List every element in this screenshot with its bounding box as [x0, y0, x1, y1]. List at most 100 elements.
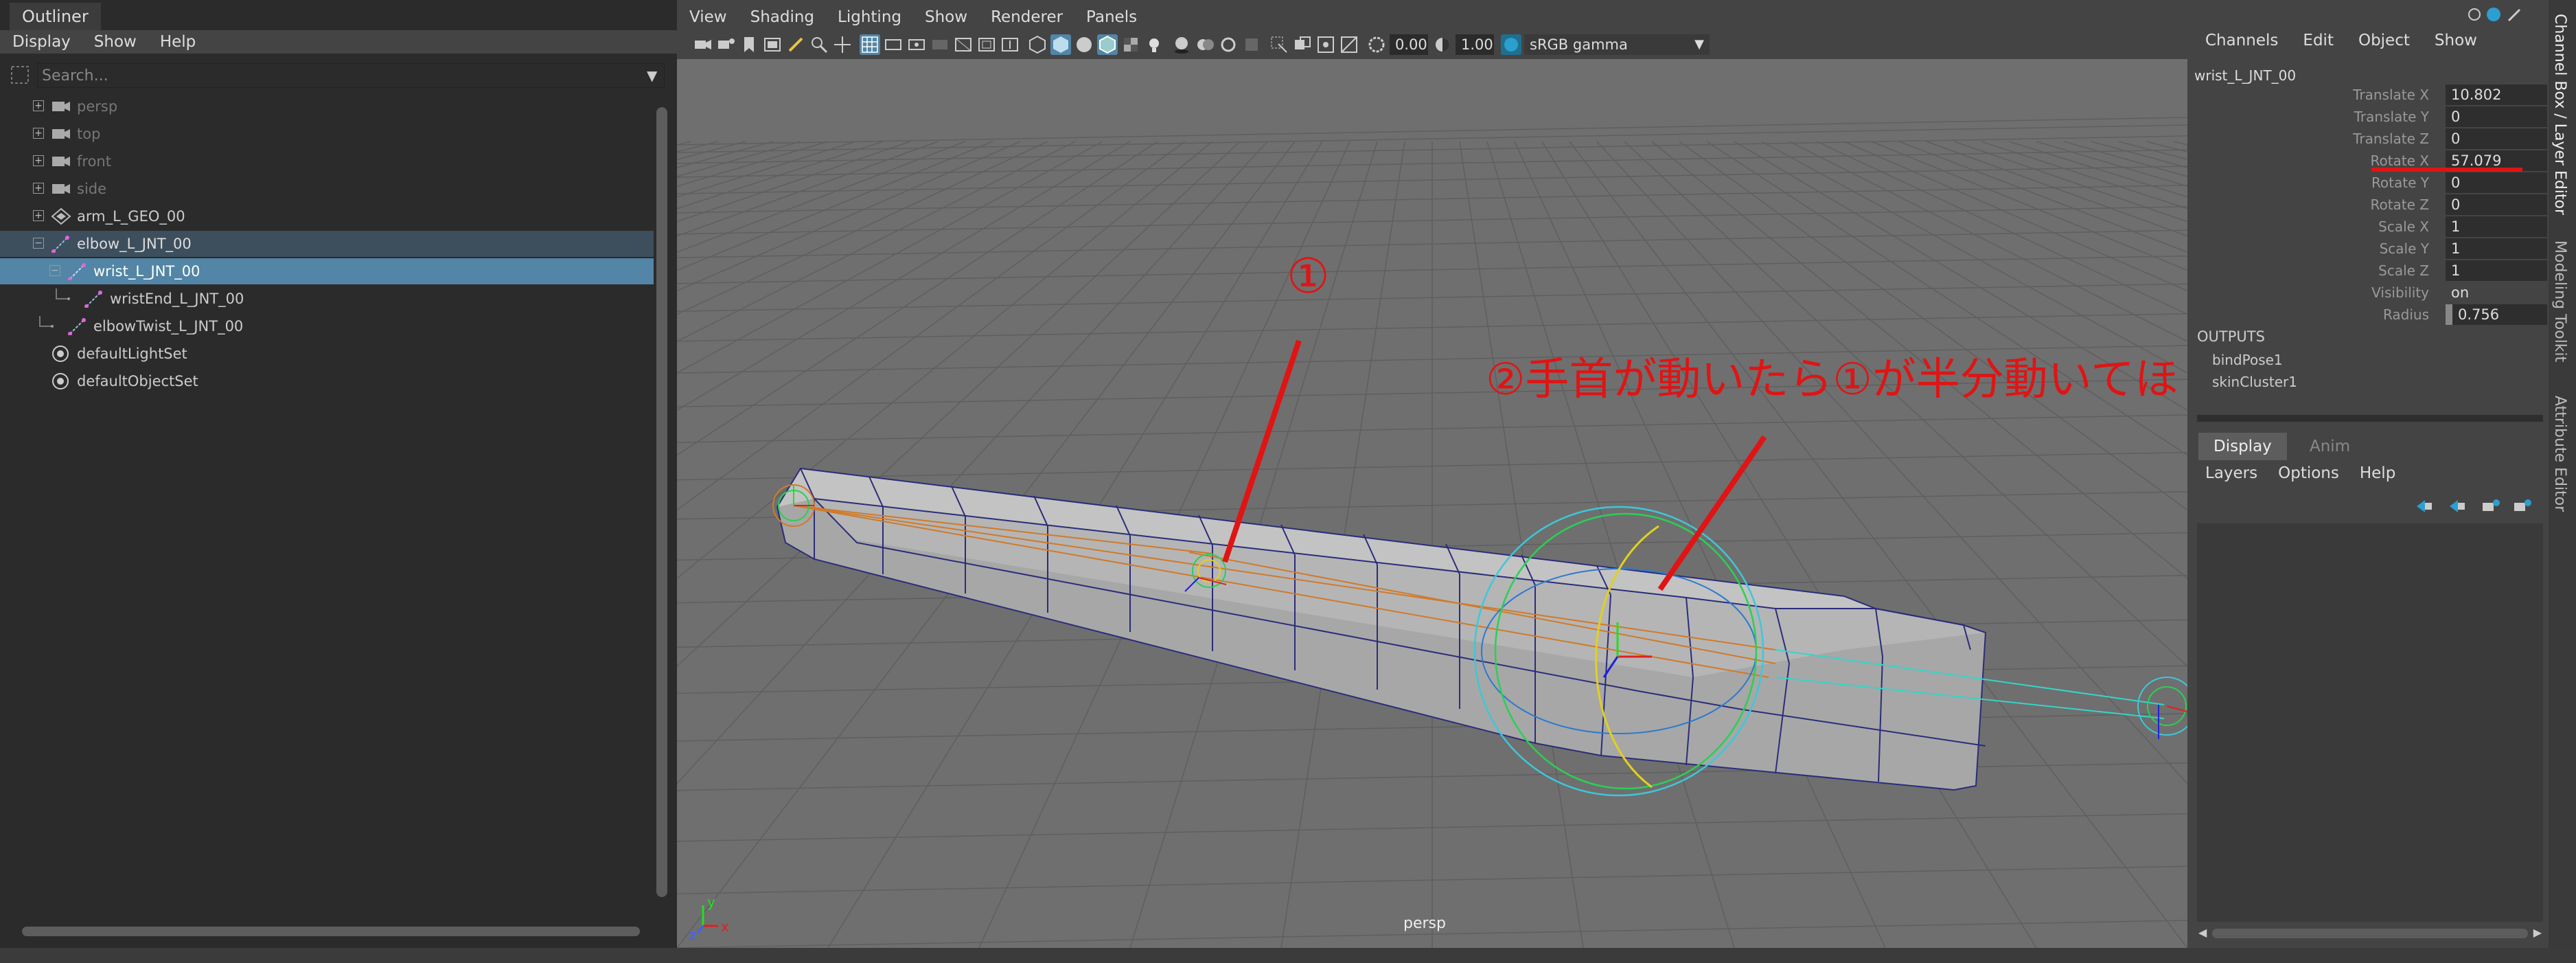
layer-menu-help[interactable]: Help [2360, 464, 2395, 482]
outliner-menu-show[interactable]: Show [94, 30, 137, 54]
bookmark-icon[interactable] [739, 34, 759, 55]
viewport-menu-lighting[interactable]: Lighting [838, 0, 901, 34]
image-plane-icon[interactable] [762, 34, 783, 55]
cb-menu-edit[interactable]: Edit [2303, 32, 2334, 49]
xray-joints-icon[interactable] [1315, 34, 1336, 55]
outliner-item-front[interactable]: + front [0, 148, 654, 174]
anti-alias-icon[interactable] [1241, 34, 1262, 55]
outliner-item-elbowtwist-jnt[interactable]: elbowTwist_L_JNT_00 [0, 313, 654, 339]
attr-value[interactable]: 0.756 [2446, 304, 2547, 325]
isolate-select-icon[interactable] [1269, 34, 1289, 55]
viewport-menu-view[interactable]: View [689, 0, 727, 34]
use-default-material-icon[interactable] [1074, 34, 1094, 55]
attr-scale-z[interactable]: Scale Z 1 [2192, 260, 2549, 282]
attr-translate-y[interactable]: Translate Y 0 [2192, 106, 2549, 128]
gamma-icon[interactable] [1432, 34, 1453, 55]
attr-value[interactable]: 0 [2446, 194, 2547, 215]
time-slider[interactable] [0, 948, 2576, 963]
motion-blur-icon[interactable] [1218, 34, 1239, 55]
panel-splitter[interactable] [2197, 415, 2543, 422]
outliner-item-arm-geo[interactable]: + arm_L_GEO_00 [0, 203, 654, 229]
channel-box-horizontal-scrollbar[interactable]: ◀ ▶ [2197, 926, 2543, 941]
gate-mask-icon[interactable] [930, 34, 950, 55]
output-bindpose[interactable]: bindPose1 [2212, 352, 2283, 368]
outliner-vertical-scrollbar[interactable] [655, 93, 669, 925]
xray-components-icon[interactable] [1339, 34, 1359, 55]
resolution-gate-icon[interactable] [906, 34, 927, 55]
3d-viewport[interactable]: ① ②手首が動いたら①が半分動いてほしい。 y x z persp [677, 59, 2187, 948]
viewport-menu-show[interactable]: Show [925, 0, 967, 34]
attr-value[interactable]: 10.802 [2446, 84, 2547, 105]
wireframe-icon[interactable] [1027, 34, 1048, 55]
attr-value[interactable]: 1 [2446, 238, 2547, 259]
outliner-search-input[interactable]: Search... [37, 63, 665, 88]
attr-value[interactable]: 0 [2446, 128, 2547, 149]
outliner-menu-display[interactable]: Display [12, 30, 71, 54]
attr-value[interactable]: 1 [2446, 260, 2547, 281]
outliner-item-top[interactable]: + top [0, 121, 654, 147]
expand-icon[interactable]: + [33, 128, 44, 139]
film-gate-icon[interactable] [883, 34, 904, 55]
collapse-icon[interactable]: − [33, 238, 44, 249]
outliner-item-side[interactable]: + side [0, 176, 654, 202]
attr-translate-x[interactable]: Translate X 10.802 [2192, 84, 2549, 106]
field-chart-icon[interactable] [953, 34, 974, 55]
outliner-item-wrist-jnt[interactable]: − wrist_L_JNT_00 [0, 258, 654, 284]
filter-icon[interactable] [10, 65, 30, 85]
attr-visibility[interactable]: Visibility on [2192, 282, 2549, 304]
outliner-tab[interactable]: Outliner [10, 3, 101, 30]
tab-display[interactable]: Display [2198, 433, 2287, 460]
cb-menu-object[interactable]: Object [2358, 32, 2410, 49]
expand-icon[interactable]: + [33, 210, 44, 221]
attr-scale-y[interactable]: Scale Y 1 [2192, 238, 2549, 260]
channel-box-node-name[interactable]: wrist_L_JNT_00 [2194, 67, 2296, 84]
xray-icon[interactable] [1292, 34, 1313, 55]
expand-icon[interactable]: + [33, 100, 44, 111]
cb-menu-channels[interactable]: Channels [2205, 32, 2278, 49]
shadows-icon[interactable] [1171, 34, 1192, 55]
scroll-right-icon[interactable]: ▶ [2533, 926, 2542, 939]
outliner-item-elbow-jnt[interactable]: − elbow_L_JNT_00 [0, 231, 654, 257]
safe-action-icon[interactable] [976, 34, 997, 55]
grid-icon[interactable] [860, 34, 880, 55]
collapse-icon[interactable]: − [49, 265, 60, 276]
attr-scale-x[interactable]: Scale X 1 [2192, 216, 2549, 238]
viewport-menu-panels[interactable]: Panels [1086, 0, 1137, 34]
outliner-item-defaultobjectset[interactable]: defaultObjectSet [0, 368, 654, 394]
scroll-left-icon[interactable]: ◀ [2198, 926, 2207, 939]
tab-anim[interactable]: Anim [2295, 433, 2365, 460]
color-management-icon[interactable] [1501, 34, 1521, 55]
viewport-menu-renderer[interactable]: Renderer [991, 0, 1063, 34]
attr-translate-z[interactable]: Translate Z 0 [2192, 128, 2549, 150]
outliner-item-wristend-jnt[interactable]: wristEnd_L_JNT_00 [0, 286, 654, 312]
expand-icon[interactable]: + [33, 155, 44, 166]
pan-icon[interactable] [832, 34, 853, 55]
smooth-shade-icon[interactable] [1050, 34, 1071, 55]
layer-menu-options[interactable]: Options [2278, 464, 2339, 482]
wireframe-on-shaded-icon[interactable] [1097, 34, 1118, 55]
output-skincluster[interactable]: skinCluster1 [2212, 374, 2297, 390]
exposure-field[interactable]: 0.00 [1390, 34, 1428, 55]
scrollbar-thumb[interactable] [2212, 929, 2528, 938]
camera-attributes-icon[interactable] [715, 34, 736, 55]
select-camera-icon[interactable] [692, 34, 713, 55]
tab-channel-box-layer-editor[interactable]: Channel Box / Layer Editor [2551, 14, 2568, 215]
attr-rotate-y[interactable]: Rotate Y 0 [2192, 172, 2549, 194]
layer-menu-layers[interactable]: Layers [2205, 464, 2257, 482]
attr-value[interactable]: 0 [2446, 172, 2547, 193]
safe-title-icon[interactable] [1000, 34, 1020, 55]
textured-icon[interactable] [1120, 34, 1141, 55]
view-transform-dropdown[interactable]: sRGB gamma ▼ [1524, 34, 1710, 55]
attr-value[interactable]: 0 [2446, 106, 2547, 127]
expand-icon[interactable]: + [33, 183, 44, 194]
lights-icon[interactable] [1144, 34, 1164, 55]
attr-value[interactable]: on [2446, 282, 2547, 303]
layer-list[interactable] [2197, 523, 2543, 922]
two-d-pan-zoom-icon[interactable] [809, 34, 829, 55]
gamma-field[interactable]: 1.00 [1456, 34, 1494, 55]
attr-rotate-z[interactable]: Rotate Z 0 [2192, 194, 2549, 216]
scrollbar-thumb[interactable] [22, 927, 640, 936]
viewport-menu-shading[interactable]: Shading [750, 0, 814, 34]
outliner-menu-help[interactable]: Help [160, 30, 196, 54]
outliner-item-persp[interactable]: + persp [0, 93, 654, 120]
